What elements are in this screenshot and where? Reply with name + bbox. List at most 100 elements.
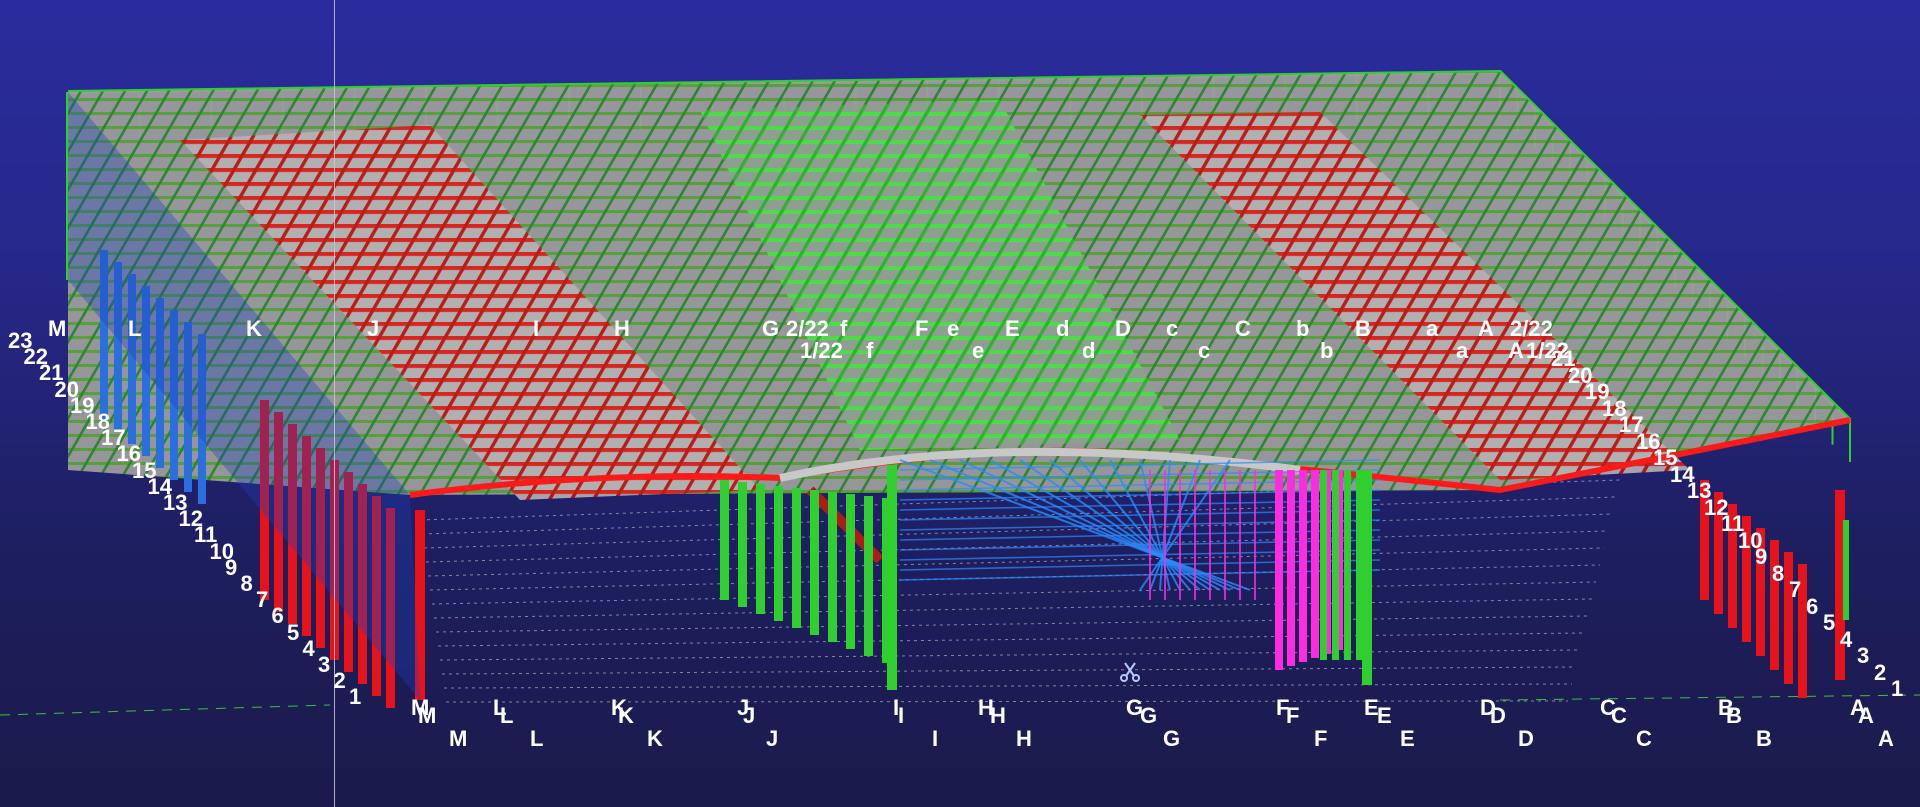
- top-grid-label: E: [1005, 316, 1020, 341]
- left-axis-label: 2: [333, 668, 346, 694]
- right-axis-label: 5: [1823, 610, 1836, 635]
- column: [1843, 520, 1849, 620]
- bottom-grid-label: M: [449, 726, 468, 751]
- left-axis-label: 1: [349, 684, 362, 710]
- left-axis-label: 4: [302, 635, 315, 661]
- truss-member: [899, 569, 1381, 581]
- bottom-grid-label: L: [500, 703, 514, 728]
- top-grid-label: G: [762, 316, 780, 341]
- top-grid-label: 1/22: [800, 338, 843, 363]
- top-grid-label: 2/22: [1510, 316, 1553, 341]
- top-grid-label: c: [1166, 316, 1179, 341]
- bottom-grid-label: I: [898, 703, 905, 728]
- top-grid-label: C: [1235, 316, 1251, 341]
- column: [774, 486, 783, 621]
- ground-line: [427, 547, 1605, 577]
- ground-line: [0, 704, 331, 716]
- bottom-grid-label: A: [1878, 726, 1894, 751]
- top-grid-label: e: [972, 338, 985, 363]
- top-grid-label: A: [1508, 338, 1524, 363]
- column: [1362, 470, 1372, 685]
- bottom-grid-label: G: [1163, 726, 1181, 751]
- bottom-grid-label: H: [990, 703, 1006, 728]
- top-grid-label: a: [1456, 338, 1469, 363]
- bottom-grid-label: B: [1726, 703, 1742, 728]
- column: [1311, 470, 1319, 658]
- truss-member: [899, 519, 1381, 531]
- bottom-grid-label: C: [1611, 703, 1627, 728]
- ground-line: [421, 496, 1617, 535]
- bottom-grid-label: E: [1400, 726, 1415, 751]
- right-axis-label: 3: [1857, 643, 1870, 668]
- bottom-grid-label: C: [1636, 726, 1652, 751]
- right-axis-label: 9: [1755, 544, 1768, 569]
- left-axis-label: 5: [287, 619, 300, 645]
- column: [887, 465, 897, 690]
- bottom-grid-label: K: [618, 703, 634, 728]
- column: [1332, 470, 1339, 660]
- column: [1784, 552, 1793, 684]
- ground-line: [439, 649, 1581, 661]
- ground-line: [441, 666, 1577, 675]
- top-grid-label: e: [947, 316, 960, 341]
- truss-member: [899, 499, 1381, 511]
- column: [810, 490, 819, 635]
- left-axis-label: 7: [256, 587, 269, 613]
- ground-line: [431, 581, 1597, 605]
- right-axis-label: 4: [1840, 626, 1853, 652]
- column: [1275, 470, 1283, 670]
- ground-line: [443, 683, 1573, 689]
- column: [720, 480, 729, 600]
- right-axis-label: 6: [1806, 593, 1819, 619]
- truss-member: [899, 559, 1381, 571]
- right-axis-label: 1: [1891, 676, 1904, 701]
- left-axis-label: 9: [225, 554, 238, 580]
- top-grid-label: f: [866, 338, 874, 363]
- top-grid-label: L: [128, 316, 142, 341]
- top-grid-label: 2/22: [786, 316, 829, 341]
- column: [1344, 470, 1351, 660]
- bottom-grid-label: F: [1286, 703, 1300, 728]
- bottom-grid-label: M: [418, 703, 437, 728]
- column: [738, 482, 747, 607]
- left-axis-label: 3: [318, 652, 331, 677]
- bottom-grid-label: J: [743, 703, 756, 728]
- left-axis-label: 6: [271, 603, 284, 629]
- column: [1356, 470, 1363, 660]
- bottom-grid-label: I: [932, 726, 939, 751]
- top-grid-label: b: [1320, 338, 1334, 363]
- top-grid-label: c: [1198, 338, 1211, 363]
- ground-line: [435, 615, 1589, 633]
- right-axis-label: 2: [1874, 659, 1887, 685]
- column: [756, 484, 765, 614]
- top-grid-label: b: [1296, 316, 1310, 341]
- column: [864, 496, 873, 656]
- 3d-model-viewport[interactable]: M L K J I H G 2/22 f Fe Ed Dc Cb Ba A 2/22 1/22 f e d c b a A 1/…: [0, 0, 1920, 807]
- column: [792, 488, 801, 628]
- truss-member: [899, 549, 1381, 561]
- bottom-grid-label: B: [1756, 726, 1772, 751]
- bottom-grid-label: D: [1490, 703, 1506, 728]
- top-grid-label: A: [1478, 316, 1494, 341]
- bottom-grid-label: A: [1858, 703, 1874, 728]
- steel-structure-model: [0, 69, 1920, 716]
- top-grid-label: B: [1355, 316, 1371, 341]
- top-grid-label: I: [533, 316, 540, 341]
- column: [846, 494, 855, 649]
- top-grid-label: F: [915, 316, 929, 341]
- bottom-grid-label: D: [1518, 726, 1534, 751]
- column: [1770, 540, 1779, 670]
- bottom-grid-label: K: [647, 726, 663, 751]
- right-axis-label: 8: [1772, 560, 1785, 586]
- bottom-grid-label: E: [1377, 703, 1392, 728]
- top-grid-label: H: [614, 316, 630, 341]
- ground-line: [433, 598, 1593, 619]
- left-axis-label: 8: [240, 571, 253, 596]
- right-axis-label: 7: [1789, 577, 1802, 602]
- column: [1320, 470, 1327, 660]
- scissors-icon: [1120, 662, 1140, 682]
- ground-line: [437, 632, 1585, 647]
- ground-line: [423, 513, 1613, 549]
- top-grid-label: D: [1115, 316, 1131, 341]
- bottom-grid-label: J: [766, 726, 779, 751]
